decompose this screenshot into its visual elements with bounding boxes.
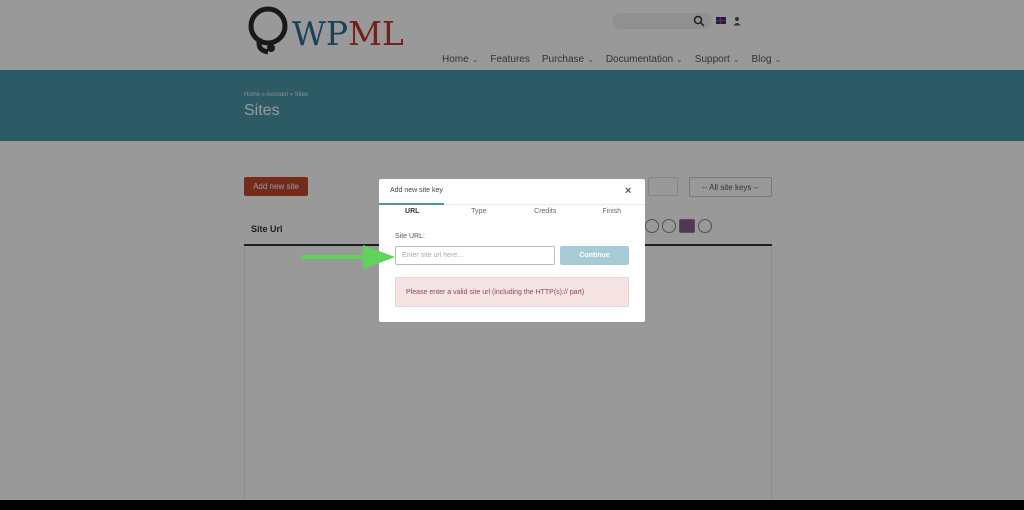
green-arrow-icon bbox=[301, 245, 395, 269]
step-finish: Finish bbox=[602, 208, 622, 215]
continue-button[interactable]: Continue bbox=[560, 246, 629, 265]
modal-title: Add new site key bbox=[390, 187, 443, 194]
step-credits: Credits bbox=[534, 208, 557, 215]
bottom-bar bbox=[0, 500, 1024, 510]
close-icon[interactable]: × bbox=[625, 185, 631, 197]
wizard-steps: URL Type Credits Finish bbox=[379, 208, 645, 215]
add-site-key-modal: Add new site key × URL Type Credits Fini… bbox=[379, 179, 645, 322]
site-url-input[interactable] bbox=[395, 246, 555, 265]
url-error-message: Please enter a valid site url (including… bbox=[395, 277, 629, 307]
step-url: URL bbox=[405, 208, 420, 215]
step-type: Type bbox=[471, 208, 487, 215]
site-url-label: Site URL: bbox=[395, 233, 425, 240]
step-progress-active bbox=[379, 203, 444, 205]
